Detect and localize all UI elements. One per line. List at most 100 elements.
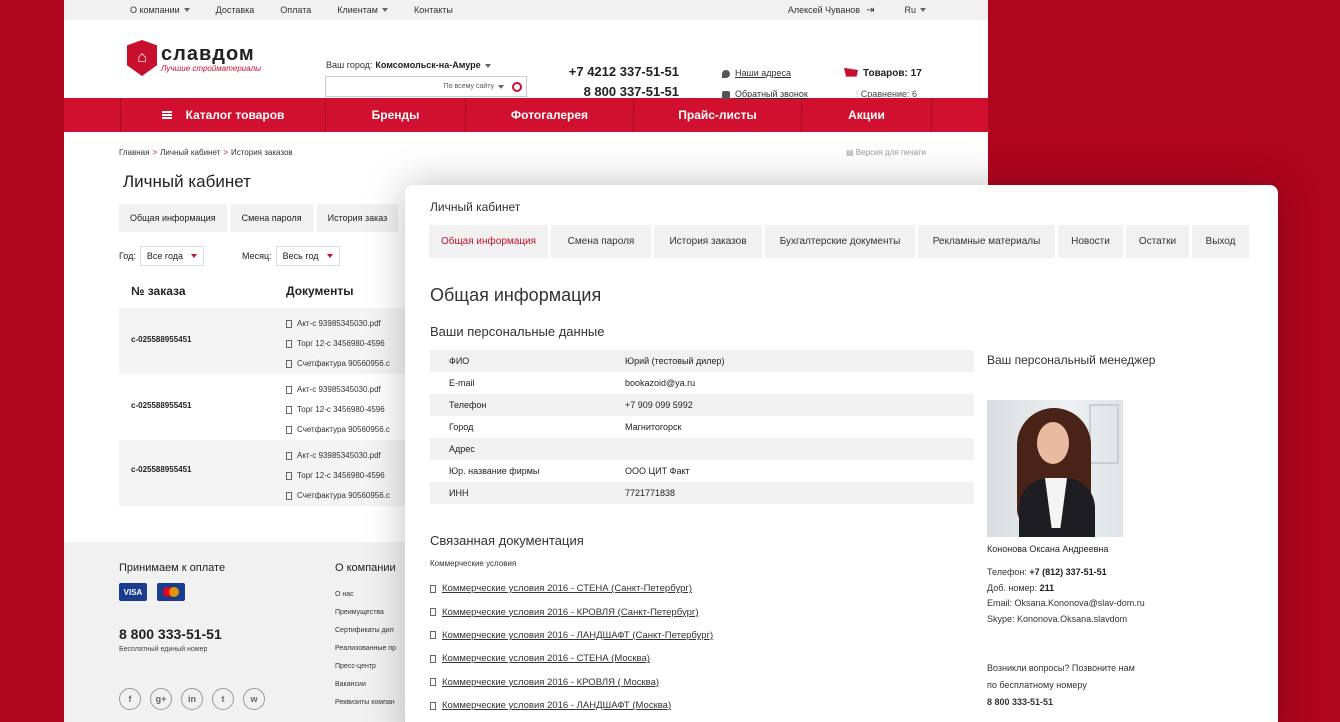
doc-link[interactable]: Торг 12-с 3456980-4596 <box>297 471 385 480</box>
doc-link[interactable]: Акт-с 93985345030.pdf <box>297 451 381 460</box>
wordpress-icon[interactable]: w <box>243 688 265 710</box>
tab-news[interactable]: Новости <box>1058 225 1123 258</box>
city-selector[interactable]: Ваш город: Комсомольск-на-Амуре <box>326 60 491 70</box>
footer-link[interactable]: Вакансии <box>335 676 415 694</box>
breadcrumb-cabinet[interactable]: Личный кабинет <box>160 148 220 157</box>
order-number[interactable]: с-025588955451 <box>131 401 192 410</box>
doc-link[interactable]: Коммерческие условия 2016 - СТЕНА (Москв… <box>442 653 650 664</box>
callback-link[interactable]: Обратный звонок <box>735 89 808 99</box>
doc-link[interactable]: Акт-с 93985345030.pdf <box>297 319 381 328</box>
tab-change-password[interactable]: Смена пароля <box>551 225 651 258</box>
list-item: Коммерческие условия 2016 - КРОВЛЯ ( Мос… <box>430 671 713 694</box>
filters: Год: Все года Месяц: Весь год <box>119 246 378 266</box>
tab-general[interactable]: Общая информация <box>119 204 227 232</box>
manager-ext: 211 <box>1039 582 1055 593</box>
list-item: Коммерческие условия 2016 - СТЕНА (Москв… <box>430 647 713 670</box>
nav-gallery[interactable]: Фотогалерея <box>465 98 633 132</box>
doc-link[interactable]: Коммерческие условия 2016 - КРОВЛЯ ( Мос… <box>442 677 659 688</box>
tab-password[interactable]: Смена пароля <box>230 204 313 232</box>
phone-local[interactable]: +7 4212 337-51-51 <box>564 62 679 82</box>
tab-accounting-docs[interactable]: Бухгалтерские документы <box>765 225 915 258</box>
document-icon <box>286 405 292 414</box>
nav-catalog[interactable]: Каталог товаров <box>120 98 325 132</box>
twitter-icon[interactable]: t <box>212 688 234 710</box>
document-icon <box>430 631 436 640</box>
topbar-contacts[interactable]: Контакты <box>414 5 453 15</box>
nav-brands[interactable]: Бренды <box>325 98 465 132</box>
footer-about-links: О нас Преимущества Сертификаты дил Реали… <box>335 586 415 712</box>
manager-skype[interactable]: Kononova.Oksana.slavdom <box>1017 614 1127 624</box>
document-icon <box>286 451 292 460</box>
user-name[interactable]: Алексей Чуванов <box>788 5 860 15</box>
month-label: Месяц: <box>242 251 272 261</box>
table-row: ФИО Юрий (тестовый дилер) <box>430 350 974 372</box>
instagram-icon[interactable]: in <box>181 688 203 710</box>
doc-link[interactable]: Счетфактура 90560956.c <box>297 491 390 500</box>
document-icon <box>286 319 292 328</box>
chevron-down-icon <box>191 254 198 258</box>
doc-link[interactable]: Коммерческие условия 2016 - СТЕНА (Санкт… <box>442 583 692 594</box>
tab-logout[interactable]: Выход <box>1192 225 1249 258</box>
phone-free[interactable]: 8 800 337-51-51 <box>564 82 679 102</box>
tab-general-info[interactable]: Общая информация <box>429 225 548 258</box>
printer-icon: ▤ <box>846 148 856 157</box>
chevron-down-icon <box>484 64 491 68</box>
doc-link[interactable]: Счетфактура 90560956.c <box>297 359 390 368</box>
month-select[interactable]: Весь год <box>275 246 340 266</box>
doc-link[interactable]: Коммерческие условия 2016 - ЛАНДШАФТ (Са… <box>442 630 713 641</box>
logout-icon[interactable]: ⇥ <box>866 5 874 16</box>
search-input[interactable]: По всему сайту <box>325 76 527 97</box>
tab-ad-materials[interactable]: Рекламные материалы <box>918 225 1055 258</box>
search-scope[interactable]: По всему сайту <box>444 83 494 90</box>
document-icon <box>430 654 436 663</box>
facebook-icon[interactable]: f <box>119 688 141 710</box>
footer-link[interactable]: Преимущества <box>335 604 415 622</box>
topbar-clients[interactable]: Клиентам <box>337 5 388 15</box>
tab-order-history[interactable]: История заказов <box>654 225 762 258</box>
house-icon: ⌂ <box>127 40 157 76</box>
tab-stock[interactable]: Остатки <box>1126 225 1189 258</box>
manager-email[interactable]: Oksana.Kononova@slav-dom.ru <box>1015 598 1145 608</box>
doc-link[interactable]: Счетфактура 90560956.c <box>297 425 390 434</box>
logo-name: славдом <box>161 42 255 65</box>
footer-link[interactable]: Сертификаты дил <box>335 622 415 640</box>
order-number[interactable]: с-025588955451 <box>131 335 192 344</box>
language-select[interactable]: Ru <box>904 5 916 15</box>
google-plus-icon[interactable]: g+ <box>150 688 172 710</box>
topbar-delivery[interactable]: Доставка <box>216 5 255 15</box>
doc-link[interactable]: Торг 12-с 3456980-4596 <box>297 339 385 348</box>
doc-link[interactable]: Коммерческие условия 2016 - ЛАНДШАФТ (Мо… <box>442 700 671 711</box>
footer-link[interactable]: О нас <box>335 586 415 604</box>
menu-icon <box>161 111 172 119</box>
doc-link[interactable]: Торг 12-с 3456980-4596 <box>297 405 385 414</box>
table-row: Телефон +7 909 099 5992 <box>430 394 974 416</box>
print-version-link[interactable]: ▤ Версия для печати <box>846 148 926 157</box>
chevron-down-icon <box>183 8 190 12</box>
logo[interactable]: ⌂ славдом Лучшие стройматериалы <box>127 40 261 76</box>
manager-phone[interactable]: +7 (812) 337-51-51 <box>1029 567 1106 577</box>
footer-link[interactable]: Реализованные пр <box>335 640 415 658</box>
footer-link[interactable]: Реквизиты компан <box>335 694 415 712</box>
search-icon[interactable] <box>512 81 522 92</box>
free-phone[interactable]: 8 800 333-51-51 <box>987 694 1135 711</box>
document-icon <box>286 471 292 480</box>
addresses-link[interactable]: Наши адреса <box>735 68 791 78</box>
chevron-right-icon: > <box>223 148 228 157</box>
footer-link[interactable]: Пресс-центр <box>335 658 415 676</box>
tab-history[interactable]: История заказ <box>316 204 399 232</box>
document-icon <box>430 678 436 687</box>
breadcrumb-home[interactable]: Главная <box>119 148 149 157</box>
doc-link[interactable]: Акт-с 93985345030.pdf <box>297 385 381 394</box>
cart[interactable]: Товаров: 17 ⫶ Сравнение: 6 <box>844 63 922 105</box>
topbar-payment[interactable]: Оплата <box>280 5 311 15</box>
document-icon <box>430 584 436 593</box>
topbar-about[interactable]: О компании <box>130 5 190 15</box>
site-header: ⌂ славдом Лучшие стройматериалы Ваш горо… <box>64 20 988 99</box>
footer-phone[interactable]: 8 800 333-51-51 <box>119 626 222 642</box>
header-phones: +7 4212 337-51-51 8 800 337-51-51 <box>564 62 679 102</box>
compare-link[interactable]: Сравнение: 6 <box>861 89 917 99</box>
order-number[interactable]: с-025588955451 <box>131 465 192 474</box>
doc-link[interactable]: Коммерческие условия 2016 - КРОВЛЯ (Санк… <box>442 607 699 618</box>
year-select[interactable]: Все года <box>139 246 205 266</box>
cart-count: Товаров: 17 <box>863 68 922 79</box>
